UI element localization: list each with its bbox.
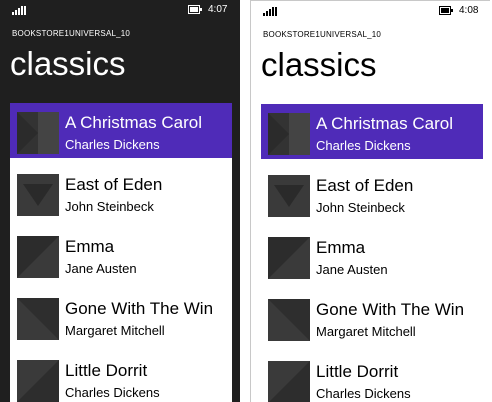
page-title: classics [261, 46, 377, 83]
book-cover-placeholder-icon [17, 236, 59, 278]
book-title: East of Eden [65, 175, 163, 194]
book-cover-placeholder-icon [17, 112, 59, 154]
phone-screen-dark: 4:07 BOOKSTORE1UNIVERSAL_10 classics A C… [0, 0, 240, 402]
list-item[interactable]: Little Dorrit Charles Dickens [261, 352, 483, 402]
status-bar: 4:07 [0, 0, 240, 20]
book-cover-placeholder-icon [17, 174, 59, 216]
phone-screen-light: 4:08 BOOKSTORE1UNIVERSAL_10 classics A C… [250, 0, 490, 402]
book-title: Emma [316, 238, 366, 257]
status-clock: 4:08 [459, 5, 479, 16]
list-item[interactable]: Emma Jane Austen [10, 227, 232, 283]
book-cover-placeholder-icon [268, 175, 310, 217]
list-item[interactable]: Emma Jane Austen [261, 228, 483, 284]
book-title: Gone With The Win [65, 299, 214, 318]
app-name: BOOKSTORE1UNIVERSAL_10 [263, 30, 382, 39]
status-clock: 4:07 [208, 4, 228, 15]
list-item[interactable]: A Christmas Carol Charles Dickens [261, 104, 483, 159]
list-item[interactable]: Gone With The Win Margaret Mitchell [261, 290, 483, 346]
book-author: Charles Dickens [65, 385, 160, 400]
book-author: John Steinbeck [316, 200, 405, 215]
list-item[interactable]: A Christmas Carol Charles Dickens [10, 103, 232, 158]
status-bar: 4:08 [251, 1, 490, 21]
book-author: Jane Austen [316, 262, 388, 277]
list-item[interactable]: East of Eden John Steinbeck [261, 166, 483, 222]
book-title: East of Eden [316, 176, 414, 195]
book-author: Charles Dickens [316, 386, 411, 401]
book-title: A Christmas Carol [65, 113, 202, 132]
list-item[interactable]: East of Eden John Steinbeck [10, 165, 232, 221]
divider [240, 0, 250, 402]
book-cover-placeholder-icon [268, 361, 310, 402]
book-list[interactable]: A Christmas Carol Charles Dickens East o… [10, 103, 232, 402]
app-name: BOOKSTORE1UNIVERSAL_10 [12, 29, 131, 38]
book-author: Jane Austen [65, 261, 137, 276]
battery-icon [439, 6, 453, 15]
book-cover-placeholder-icon [17, 298, 59, 340]
signal-strength-icon [12, 6, 26, 15]
page-title: classics [10, 45, 126, 82]
book-cover-placeholder-icon [17, 360, 59, 402]
book-cover-placeholder-icon [268, 113, 310, 155]
list-item[interactable]: Little Dorrit Charles Dickens [10, 351, 232, 402]
book-title: Little Dorrit [316, 362, 399, 381]
book-title: Emma [65, 237, 115, 256]
book-title: Gone With The Win [316, 300, 465, 319]
battery-icon [188, 5, 202, 14]
book-author: Charles Dickens [65, 137, 160, 152]
book-author: Charles Dickens [316, 138, 411, 153]
book-author: Margaret Mitchell [65, 323, 165, 338]
book-list[interactable]: A Christmas Carol Charles Dickens East o… [261, 104, 483, 402]
list-item[interactable]: Gone With The Win Margaret Mitchell [10, 289, 232, 345]
book-author: Margaret Mitchell [316, 324, 416, 339]
book-cover-placeholder-icon [268, 299, 310, 341]
signal-strength-icon [263, 7, 277, 16]
book-title: Little Dorrit [65, 361, 148, 380]
book-title: A Christmas Carol [316, 114, 453, 133]
book-author: John Steinbeck [65, 199, 154, 214]
book-cover-placeholder-icon [268, 237, 310, 279]
